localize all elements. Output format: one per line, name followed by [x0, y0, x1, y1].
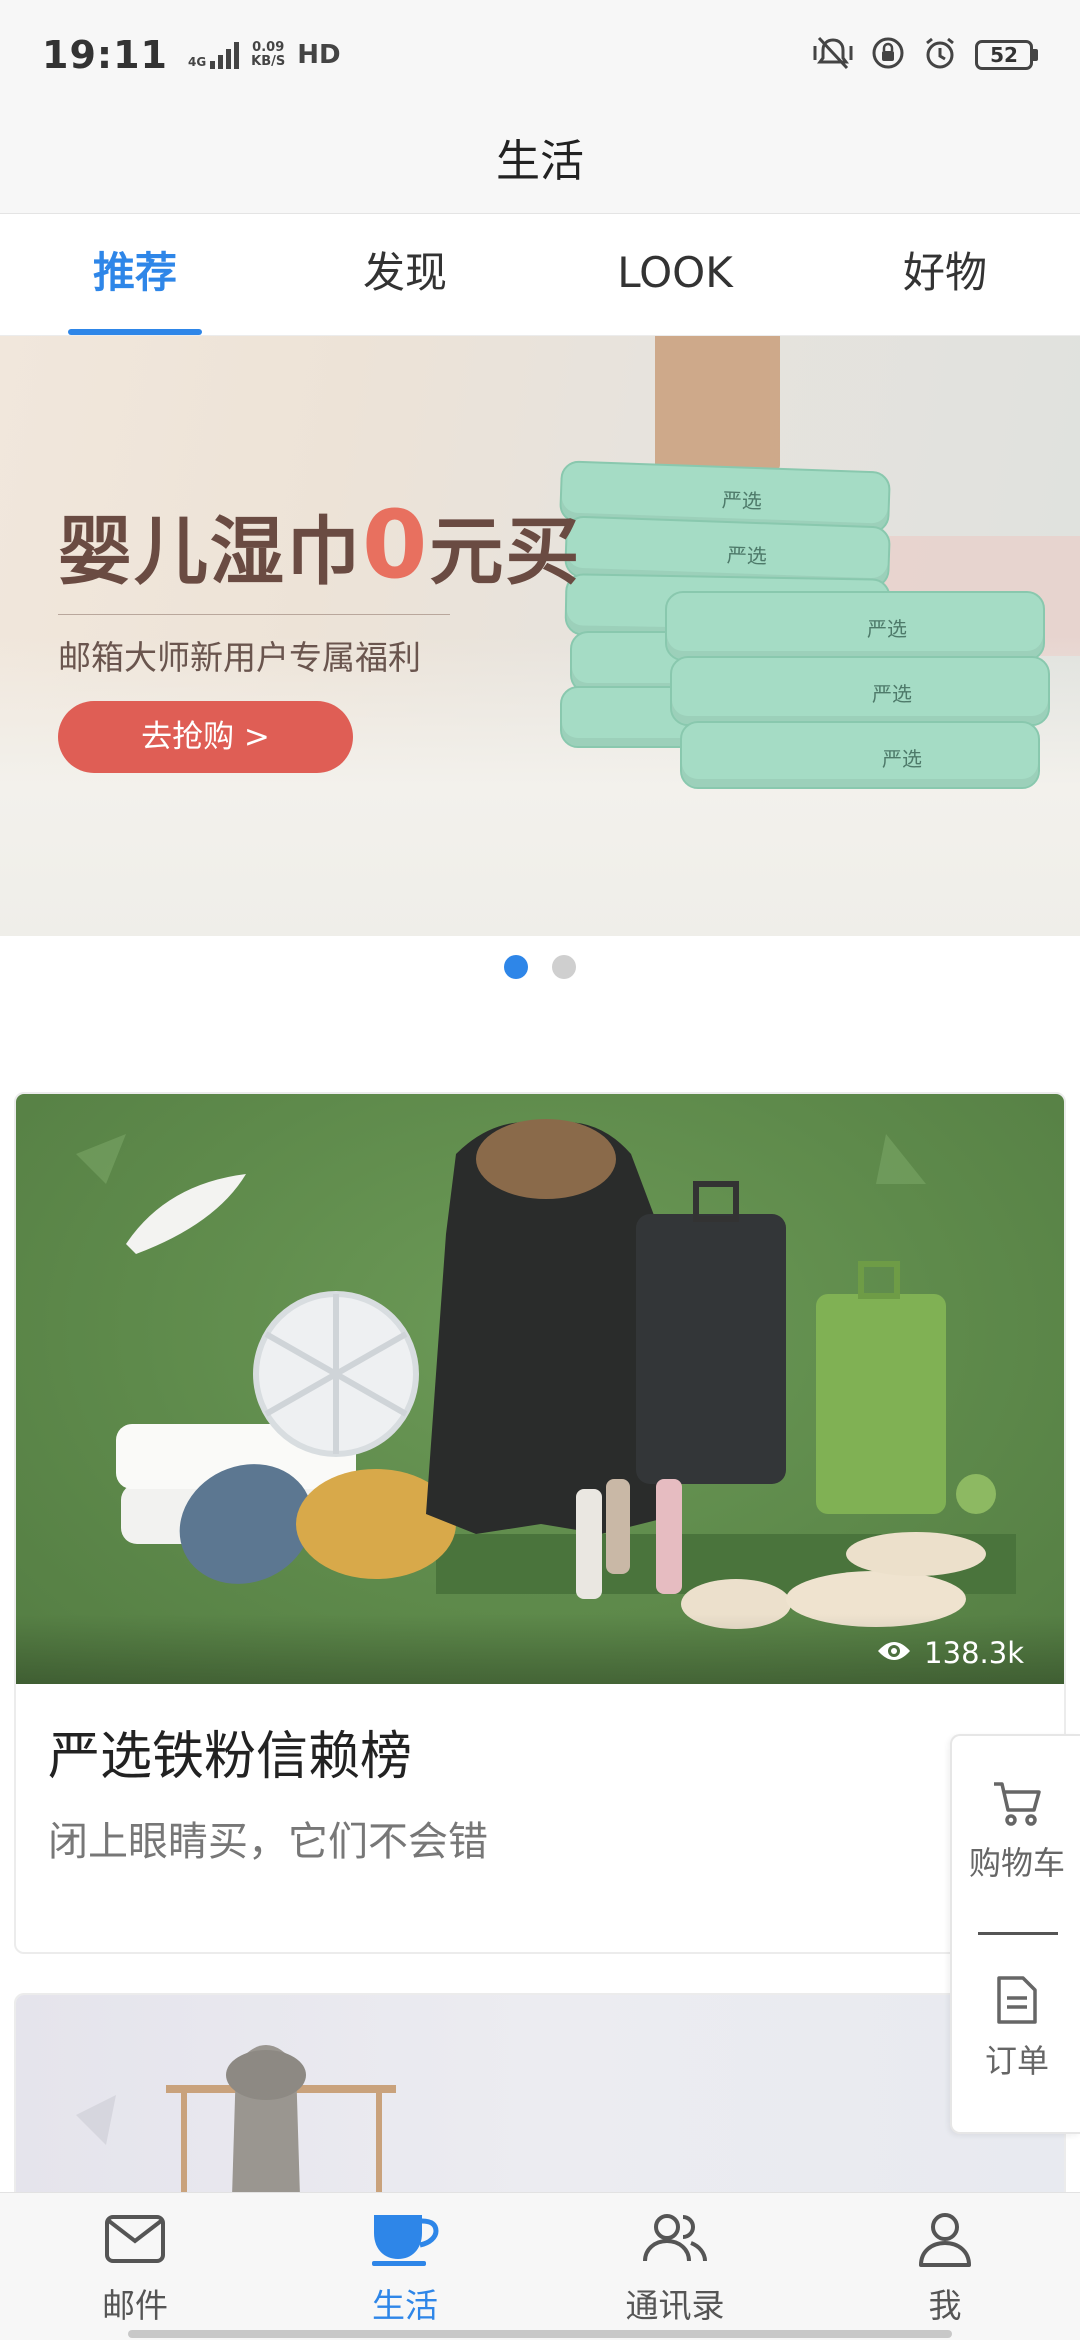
network-speed: 0.09 KB/S — [251, 40, 286, 69]
nav-mail-label: 邮件 — [102, 2286, 168, 2325]
battery-level: 52 — [975, 40, 1033, 70]
banner-divider — [58, 614, 450, 615]
alarm-icon — [923, 36, 957, 74]
banner-subtitle: 邮箱大师新用户专属福利 — [58, 638, 421, 677]
bottom-navigation: 邮件 生活 通讯录 我 — [0, 2192, 1080, 2340]
profile-icon — [917, 2211, 973, 2271]
tab-good-products[interactable]: 好物 — [810, 215, 1080, 335]
vibrate-icon — [813, 36, 853, 74]
app-screen: 19:11 4G 0.09 KB/S HD 52 生活 推荐 发现 LOOK 好… — [0, 0, 1080, 2340]
cellular-signal-icon: 4G — [187, 41, 240, 69]
nav-life-label: 生活 — [372, 2286, 438, 2325]
category-tabs: 推荐 发现 LOOK 好物 — [0, 215, 1080, 336]
article-card[interactable]: 138.3k 严选铁粉信赖榜 闭上眼睛买，它们不会错 — [14, 1092, 1066, 1954]
orders-shortcut[interactable]: 订单 — [952, 1974, 1080, 2082]
banner-headline: 婴儿湿巾0元买 — [58, 491, 582, 600]
card-subtitle: 闭上眼睛买，它们不会错 — [48, 1819, 488, 1865]
cup-icon — [370, 2211, 440, 2271]
pagination-dot[interactable] — [552, 955, 576, 979]
view-count-value: 138.3k — [924, 1636, 1024, 1670]
pagination-dot-active[interactable] — [504, 955, 528, 979]
lock-rotation-icon — [871, 36, 905, 74]
tab-discover[interactable]: 发现 — [270, 215, 540, 335]
nav-me[interactable]: 我 — [810, 2193, 1080, 2340]
status-icons: 52 — [813, 36, 1038, 74]
status-bar: 19:11 4G 0.09 KB/S HD 52 — [0, 0, 1080, 110]
hd-badge: HD — [297, 40, 341, 70]
promo-banner[interactable]: 严选 严选 严选 严选 严选 严选 婴儿湿巾0元买 邮箱大师新用户专属福利 去抢… — [0, 336, 1080, 936]
banner-background-block — [655, 336, 780, 471]
cart-shortcut[interactable]: 购物车 — [952, 1778, 1080, 1884]
nav-contacts[interactable]: 通讯录 — [540, 2193, 810, 2340]
orders-label: 订单 — [984, 2042, 1049, 2080]
card-title: 严选铁粉信赖榜 — [48, 1727, 413, 1787]
mail-icon — [103, 2211, 167, 2271]
contacts-icon — [641, 2211, 709, 2271]
title-bar: 生活 — [0, 110, 1080, 214]
network-type: 4G — [187, 55, 207, 69]
tab-look[interactable]: LOOK — [540, 215, 810, 335]
nav-contacts-label: 通讯录 — [625, 2286, 725, 2325]
nav-life[interactable]: 生活 — [270, 2193, 540, 2340]
tab-recommended[interactable]: 推荐 — [0, 215, 270, 335]
status-time: 19:11 — [42, 33, 168, 77]
cart-label: 购物车 — [968, 1844, 1065, 1882]
nav-mail[interactable]: 邮件 — [0, 2193, 270, 2340]
network-indicator: 4G 0.09 KB/S HD — [188, 40, 341, 70]
document-icon — [994, 1976, 1040, 2030]
home-indicator[interactable] — [128, 2330, 952, 2338]
card-image: 138.3k — [16, 1094, 1064, 1684]
nav-me-label: 我 — [928, 2286, 962, 2325]
banner-pagination — [0, 955, 1080, 979]
shopping-cart-icon — [991, 1782, 1043, 1832]
view-count: 138.3k — [876, 1636, 1024, 1670]
floating-shortcut-panel: 购物车 订单 — [950, 1734, 1080, 2134]
battery-icon: 52 — [975, 40, 1038, 70]
grab-deal-button[interactable]: 去抢购 > — [58, 701, 353, 773]
page-title: 生活 — [496, 136, 584, 187]
eye-icon — [876, 1636, 912, 1670]
panel-divider — [978, 1932, 1058, 1935]
